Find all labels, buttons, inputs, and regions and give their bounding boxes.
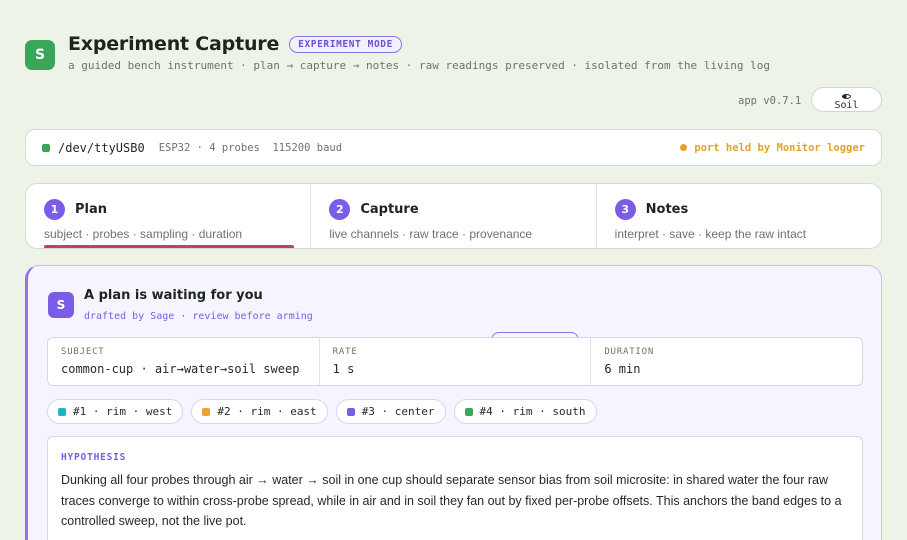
port-bar: /dev/ttyUSB0 ESP32 · 4 probes 115200 bau… [25,129,882,166]
field-label: RATE [332,347,358,357]
probe-chips: #1 · rim · west #2 · rim · east #3 · cen… [47,399,597,424]
field-value: common-cup · air→water→soil sweep [61,362,300,376]
sage-avatar: S [48,292,74,318]
field-label: DURATION [604,347,655,357]
tab-capture[interactable]: 2 Capture live channels · raw trace · pr… [311,184,597,248]
probe-color-swatch [464,407,473,416]
plan-title: A plan is waiting for you [84,288,263,303]
step-tabs: 1 Plan subject · probes · sampling · dur… [25,183,882,249]
step-number-badge: 3 [614,199,636,220]
field-value: 1 s [332,362,355,376]
step-number-badge: 1 [44,199,65,220]
probe-color-swatch [346,407,355,416]
step-description: live channels · raw trace · provenance [329,227,533,241]
port-status-text: port held by Monitor logger [694,141,865,154]
probe-chip[interactable]: #1 · rim · west [47,399,184,424]
port-connected-indicator [42,143,50,152]
probe-chip[interactable]: #2 · rim · east [191,399,328,424]
field-duration[interactable]: DURATION 6 min [591,338,862,385]
theme-toggle-button[interactable]: Soil [811,87,882,112]
plan-subtitle: drafted by Sage · review before arming [84,311,313,322]
app-version: app v0.7.1 [738,95,802,107]
tab-plan[interactable]: 1 Plan subject · probes · sampling · dur… [26,184,312,248]
plan-panel: S A plan is waiting for you drafted by S… [25,265,882,540]
field-value: 6 min [604,362,641,376]
page-title: Experiment Capture [68,33,280,55]
step-head: 3 Notes [614,199,863,220]
step-number-badge: 2 [329,199,351,220]
port-name: /dev/ttyUSB0 [58,140,145,155]
probe-label: #2 · rim · east [217,405,317,418]
field-label: SUBJECT [61,347,105,357]
page-subtitle: a guided bench instrument · plan → captu… [68,59,770,72]
hypothesis-text: Dunking all four probes through air → wa… [61,473,842,528]
title-row: Experiment Capture EXPERIMENT MODE [68,33,402,55]
probe-label: #4 · rim · south [479,405,586,418]
plan-fields: SUBJECT common-cup · air→water→soil swee… [47,337,863,386]
active-tab-indicator [44,245,294,248]
step-title: Plan [75,202,108,217]
step-title: Notes [645,202,689,217]
probe-chip[interactable]: #4 · rim · south [453,399,597,424]
step-head: 1 Plan [44,199,292,220]
tab-notes[interactable]: 3 Notes interpret · save · keep the raw … [597,184,881,248]
probe-color-swatch [58,407,66,416]
hypothesis-label: HYPOTHESIS [61,452,127,463]
field-subject[interactable]: SUBJECT common-cup · air→water→soil swee… [48,338,320,385]
port-status: port held by Monitor logger [680,142,865,154]
experiment-mode-badge: EXPERIMENT MODE [289,35,402,53]
port-meta: ESP32 · 4 probes 115200 baud [158,141,343,154]
probe-label: #1 · rim · west [73,405,173,418]
probe-color-swatch [202,407,211,416]
app-logo: S [25,40,55,70]
step-title: Capture [360,202,419,217]
step-head: 2 Capture [329,199,577,220]
theme-label: Soil [834,100,859,111]
step-description: interpret · save · keep the raw intact [614,227,807,241]
status-dot-icon [680,144,688,151]
probe-chip[interactable]: #3 · center [335,399,446,424]
half-circle-icon [842,94,851,99]
hypothesis-card: HYPOTHESIS Dunking all four probes throu… [47,436,863,540]
step-description: subject · probes · sampling · duration [44,227,243,241]
field-rate[interactable]: RATE 1 s [320,338,592,385]
probe-label: #3 · center [361,405,435,418]
